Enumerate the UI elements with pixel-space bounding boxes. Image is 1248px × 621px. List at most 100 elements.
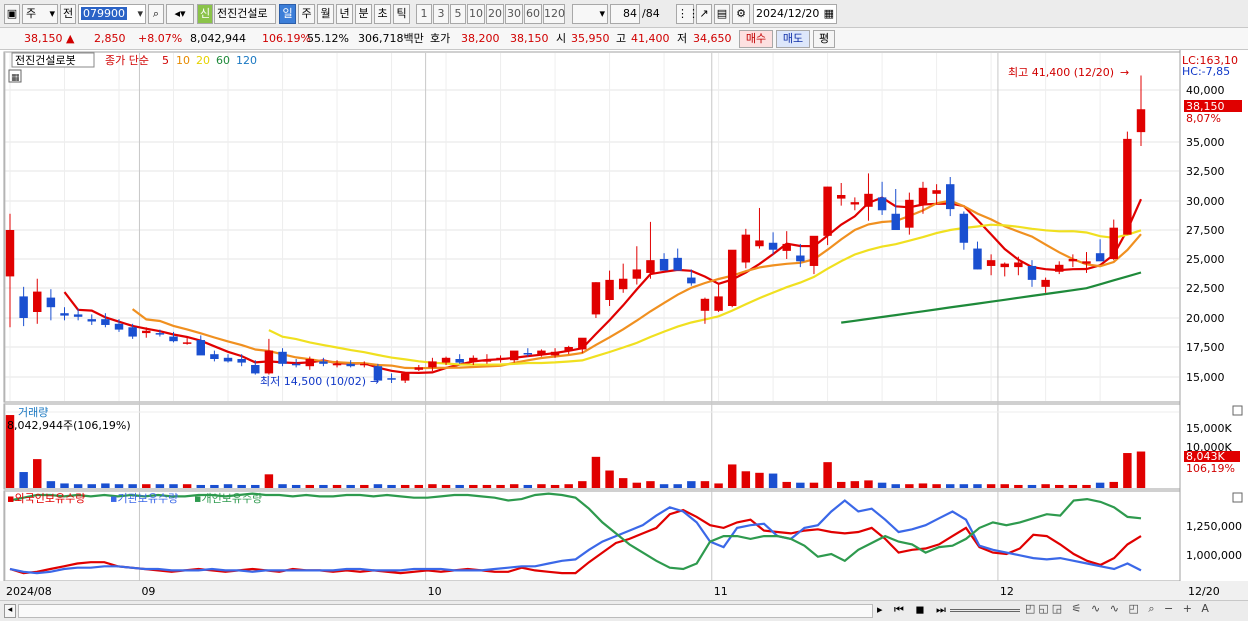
period-tab-2[interactable]: 월 (317, 4, 334, 24)
market-select[interactable]: 주 ▾ (22, 4, 58, 24)
save-icon[interactable]: ▤ (714, 4, 730, 24)
gear-icon[interactable]: ⚙ (732, 4, 750, 24)
scroll-track[interactable] (18, 604, 873, 618)
candle-body (836, 195, 846, 199)
scroll-left-icon[interactable]: ◂ (4, 604, 16, 618)
volume-bar (959, 484, 969, 488)
interval-button-20[interactable]: 20 (486, 4, 504, 24)
stock-name-field[interactable]: 전진건설로 (214, 4, 276, 24)
high-label: 고 (616, 32, 627, 45)
trade-amount: 306,718백만 (358, 32, 424, 45)
window-icon[interactable]: ▣ (4, 4, 20, 24)
candle-body (782, 243, 791, 251)
date-input[interactable]: 2024/12/20 ▦ (753, 4, 837, 24)
volume-bar (1109, 481, 1118, 488)
volume-bar (1136, 451, 1146, 488)
grid-icon[interactable]: ⋮⋮ (676, 4, 699, 24)
price-tick-label: 32,500 (1186, 165, 1225, 178)
price-tick-label: 15,000 (1186, 371, 1225, 384)
candle-body (101, 319, 110, 325)
x-axis-label: 10 (428, 585, 442, 598)
chart-tool-icons[interactable]: ◰◱◲ ⚟ ∿ ∿ ◰ ⌕ − + A (1025, 602, 1212, 616)
interval-button-1[interactable]: 1 (416, 4, 432, 24)
new-badge[interactable]: 신 (197, 4, 213, 24)
candle-body (1014, 262, 1023, 268)
volume-bar (714, 483, 723, 488)
candle-body (591, 282, 601, 315)
period-tab-3[interactable]: 년 (336, 4, 353, 24)
period-tab-1[interactable]: 주 (298, 4, 315, 24)
holding-close-icon[interactable] (1232, 492, 1243, 503)
volume-tick-label: 15,000K (1186, 422, 1232, 435)
candle-body (768, 242, 778, 250)
candle-body (128, 327, 137, 337)
volume-bar (687, 481, 696, 488)
candle-body (496, 357, 505, 360)
turnover-rate: 55.12% (307, 32, 349, 45)
chevron-down-icon: ▾ (599, 7, 605, 20)
volume-bar (496, 484, 505, 488)
volume-close-icon[interactable] (1232, 405, 1243, 416)
candle-body (1055, 264, 1064, 272)
calendar-icon: ▦ (823, 7, 834, 20)
interval-button-10[interactable]: 10 (467, 4, 485, 24)
interval-button-60[interactable]: 60 (524, 4, 542, 24)
volume-bar (537, 484, 546, 488)
candle-body (482, 360, 492, 362)
candle-body (864, 193, 873, 207)
candle-body (291, 363, 301, 366)
interval-button-30[interactable]: 30 (505, 4, 523, 24)
chevron-down-icon: ▾ (137, 7, 143, 20)
open-label: 시 (556, 32, 567, 45)
volume-bar (142, 484, 151, 488)
price-tick-label: 22,500 (1186, 282, 1225, 295)
candle-body (932, 190, 941, 194)
volume-bar (332, 484, 342, 488)
stock-code-input[interactable]: 079900 ▾ (78, 4, 146, 24)
candle-body (155, 333, 165, 335)
interval-select[interactable]: ▾ (572, 4, 608, 24)
volume-bar (19, 472, 28, 488)
candle-body (646, 260, 655, 273)
buy-button[interactable]: 매수 (739, 30, 773, 48)
draw-tool-icon[interactable]: ↗ (696, 4, 712, 24)
candle-body (946, 184, 955, 210)
zoom-slider[interactable] (950, 609, 1020, 612)
price-tick-label: 20,000 (1186, 312, 1225, 325)
volume-bar (319, 484, 328, 488)
candle-body (578, 337, 587, 350)
search-icon[interactable]: ⌕ (148, 4, 164, 24)
interval-button-120[interactable]: 120 (543, 4, 565, 24)
interval-button-3[interactable]: 3 (433, 4, 449, 24)
period-tab-6[interactable]: 틱 (393, 4, 410, 24)
interval-button-5[interactable]: 5 (450, 4, 466, 24)
volume-bar (727, 464, 737, 488)
sound-icon[interactable]: ◂▾ (166, 4, 194, 24)
volume-bar (605, 470, 614, 488)
candle-body (1123, 138, 1132, 235)
volume-bar (659, 484, 669, 488)
chart-svg[interactable]: 15,000 17,500 20,000 22,500 25,000 27,500 30,0… (0, 50, 1248, 600)
period-tab-0[interactable]: 일 (279, 4, 296, 24)
candle-body (809, 235, 819, 266)
candle-body (251, 365, 260, 374)
period-tab-4[interactable]: 분 (355, 4, 372, 24)
candle-body (305, 359, 315, 367)
candle-body (973, 248, 982, 270)
price-change: 2,850 (94, 32, 126, 45)
sell-button[interactable]: 매도 (776, 30, 810, 48)
count-input[interactable]: 84 (610, 4, 640, 24)
prefix-button[interactable]: 전 (60, 4, 76, 24)
candle-body (223, 357, 233, 362)
volume-title: 거래량 (18, 406, 48, 419)
period-tab-5[interactable]: 초 (374, 4, 391, 24)
chart-area[interactable]: 15,000 17,500 20,000 22,500 25,000 27,500 30,0… (0, 50, 1248, 600)
candle-body (46, 297, 56, 308)
candle-body (755, 240, 764, 247)
volume-bar (346, 484, 355, 488)
volume-bar (387, 484, 396, 488)
playback-controls[interactable]: ▸ ⏮ ◼ ⏭ (877, 603, 950, 617)
eval-button[interactable]: 평 (813, 30, 835, 48)
volume-readout: 8,042,944주(106,19%) (7, 419, 131, 432)
volume-bar (986, 484, 996, 488)
